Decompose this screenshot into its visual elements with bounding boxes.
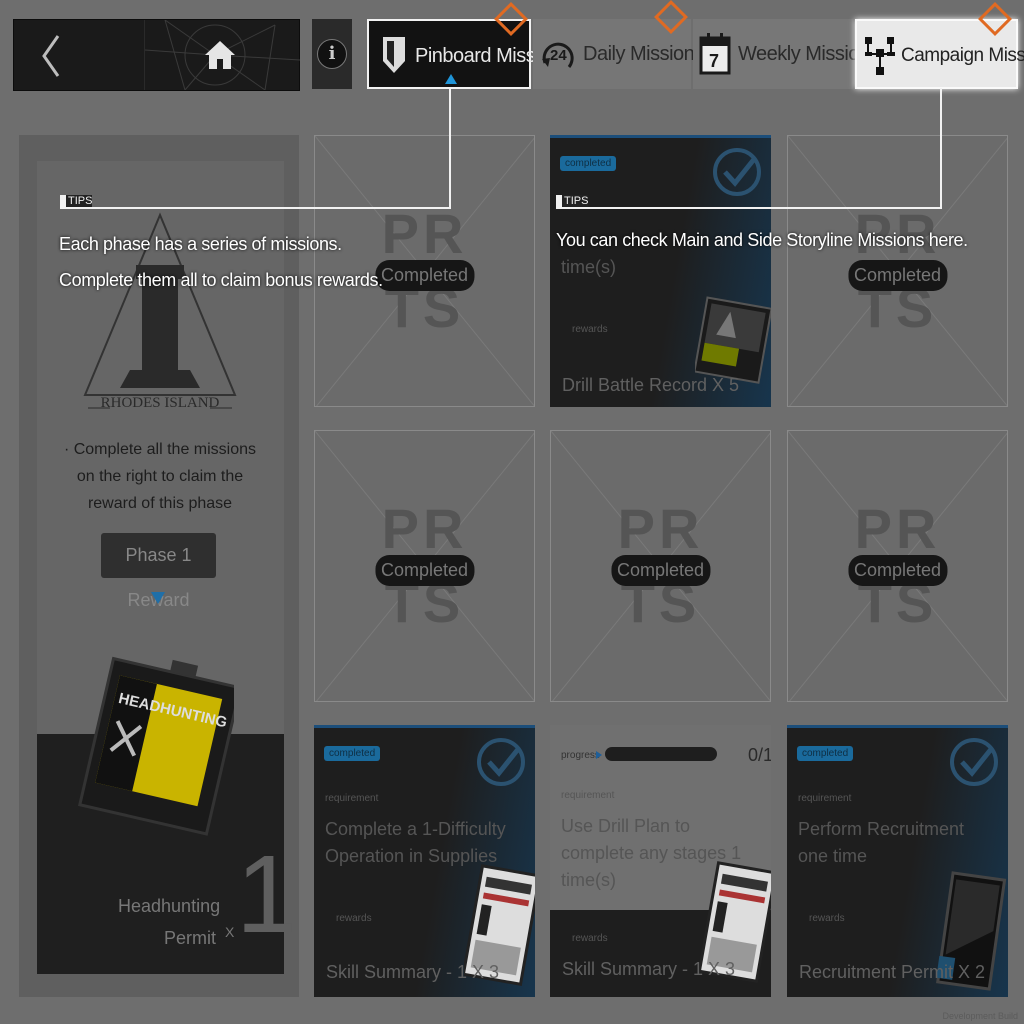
- completed-badge: Completed: [847, 260, 948, 291]
- mission-card-recruitment[interactable]: completed requirement Perform Recruitmen…: [787, 725, 1008, 997]
- mission-requirement: time(s): [561, 257, 616, 277]
- progress-arrow-icon: [596, 751, 602, 759]
- completed-status-badge: completed: [324, 746, 381, 761]
- placeholder-logo: PR: [381, 497, 468, 560]
- svg-text:RHODES ISLAND: RHODES ISLAND: [101, 395, 220, 411]
- completed-status-badge: completed: [560, 156, 617, 171]
- nav-back-home-bar: [13, 19, 300, 91]
- mission-requirement: Perform Recruitment one time: [798, 819, 965, 866]
- progress-bar: [605, 747, 717, 761]
- new-indicator-icon: [654, 0, 688, 34]
- info-button[interactable]: i: [312, 19, 352, 89]
- placeholder-logo: PR: [854, 497, 941, 560]
- reward-name-line2: Permit: [163, 928, 216, 948]
- requirement-label: requirement: [798, 793, 852, 804]
- tips-connector-line: [449, 88, 451, 208]
- tab-label: Daily Missions: [583, 43, 704, 65]
- placeholder-logo: PR: [381, 202, 468, 265]
- completed-status-badge: completed: [797, 746, 854, 761]
- mission-reward: Recruitment Permit X 2: [799, 962, 986, 982]
- headhunting-permit-card-icon: HEADHUNTING: [77, 656, 234, 836]
- tips-tag: TIPS: [556, 195, 589, 207]
- rewards-label: rewards: [809, 913, 845, 924]
- selected-tab-marker-icon: [445, 74, 457, 84]
- mission-reward: Skill Summary - 1 X 3: [562, 959, 736, 979]
- tips-text: You can check Main and Side Storyline Mi…: [556, 230, 968, 250]
- completed-badge: Completed: [847, 555, 948, 586]
- calendar-icon: 7: [699, 33, 731, 75]
- tab-weekly-missions[interactable]: 7 Weekly Missions: [693, 19, 880, 89]
- completed-badge: Completed: [374, 260, 475, 291]
- phase-reward-button[interactable]: Phase 1 Reward: [101, 533, 216, 610]
- shield-icon: [383, 37, 405, 73]
- tab-pinboard-missions[interactable]: Pinboard Missions: [367, 2, 570, 89]
- requirement-label: requirement: [325, 793, 379, 804]
- mission-card-completed[interactable]: PR TS Completed: [314, 430, 535, 702]
- new-indicator-icon: [978, 2, 1012, 36]
- mission-card-supplies-operation[interactable]: completed requirement Complete a 1-Diffi…: [314, 725, 535, 997]
- mission-reward: Drill Battle Record X 5: [562, 375, 740, 395]
- tips-connector-line: [60, 207, 451, 209]
- progress-label: progress: [561, 750, 600, 761]
- rewards-label: rewards: [572, 324, 608, 335]
- back-button[interactable]: [14, 20, 84, 90]
- completed-badge: Completed: [610, 555, 711, 586]
- svg-text:7: 7: [709, 51, 719, 71]
- placeholder-logo: TS: [620, 571, 701, 634]
- requirement-label: requirement: [561, 790, 615, 801]
- placeholder-logo: TS: [384, 571, 465, 634]
- home-icon: [205, 41, 235, 69]
- placeholder-logo: TS: [857, 276, 938, 339]
- mission-card-completed[interactable]: PR TS Completed: [787, 430, 1008, 702]
- down-arrow-icon: [151, 592, 165, 604]
- home-button[interactable]: [144, 20, 300, 90]
- tips-text: Complete them all to claim bonus rewards…: [59, 270, 383, 290]
- new-indicator-icon: [494, 2, 528, 36]
- info-icon: i: [317, 39, 347, 69]
- phase-description: · Complete all the missions on the right…: [63, 441, 257, 512]
- tab-campaign-missions[interactable]: Campaign Missions: [855, 2, 1024, 89]
- tab-label: Campaign Missions: [901, 45, 1024, 66]
- tips-connector-line: [556, 207, 942, 209]
- reward-multiplier: X: [225, 924, 235, 940]
- flowchart-icon: [865, 37, 895, 75]
- clock-24-icon: 24: [542, 42, 574, 68]
- completed-badge: Completed: [374, 555, 475, 586]
- checkmark-icon: [713, 148, 761, 196]
- placeholder-logo: TS: [857, 571, 938, 634]
- rewards-label: rewards: [336, 913, 372, 924]
- back-chevron-icon: [42, 35, 60, 77]
- tips-connector-line: [940, 88, 942, 208]
- mission-card-completed[interactable]: PR TS Completed: [787, 135, 1008, 407]
- mission-card-drill-battle-record[interactable]: completed time(s) rewards Drill Battle R…: [550, 135, 771, 407]
- checkmark-icon: [950, 738, 998, 786]
- reward-name-line1: Headhunting: [118, 896, 221, 916]
- build-label: Development Build: [942, 1011, 1018, 1021]
- progress-count: 0/1: [748, 745, 771, 765]
- tips-tag: TIPS: [60, 195, 93, 207]
- mission-card-drill-plan[interactable]: progress 0/1 requirement Use Drill Plan …: [550, 725, 771, 997]
- checkmark-icon: [477, 738, 525, 786]
- svg-text:24: 24: [550, 47, 567, 64]
- placeholder-logo: PR: [617, 497, 704, 560]
- mission-card-completed[interactable]: PR TS Completed: [550, 430, 771, 702]
- reward-quantity: 1: [236, 833, 298, 956]
- tips-text: Each phase has a series of missions.: [59, 234, 342, 254]
- reward-name: Headhunting Permit: [118, 890, 221, 954]
- rewards-label: rewards: [572, 933, 608, 944]
- tab-daily-missions[interactable]: 24 Daily Missions: [533, 0, 704, 89]
- mission-reward: Skill Summary - 1 X 3: [326, 962, 500, 982]
